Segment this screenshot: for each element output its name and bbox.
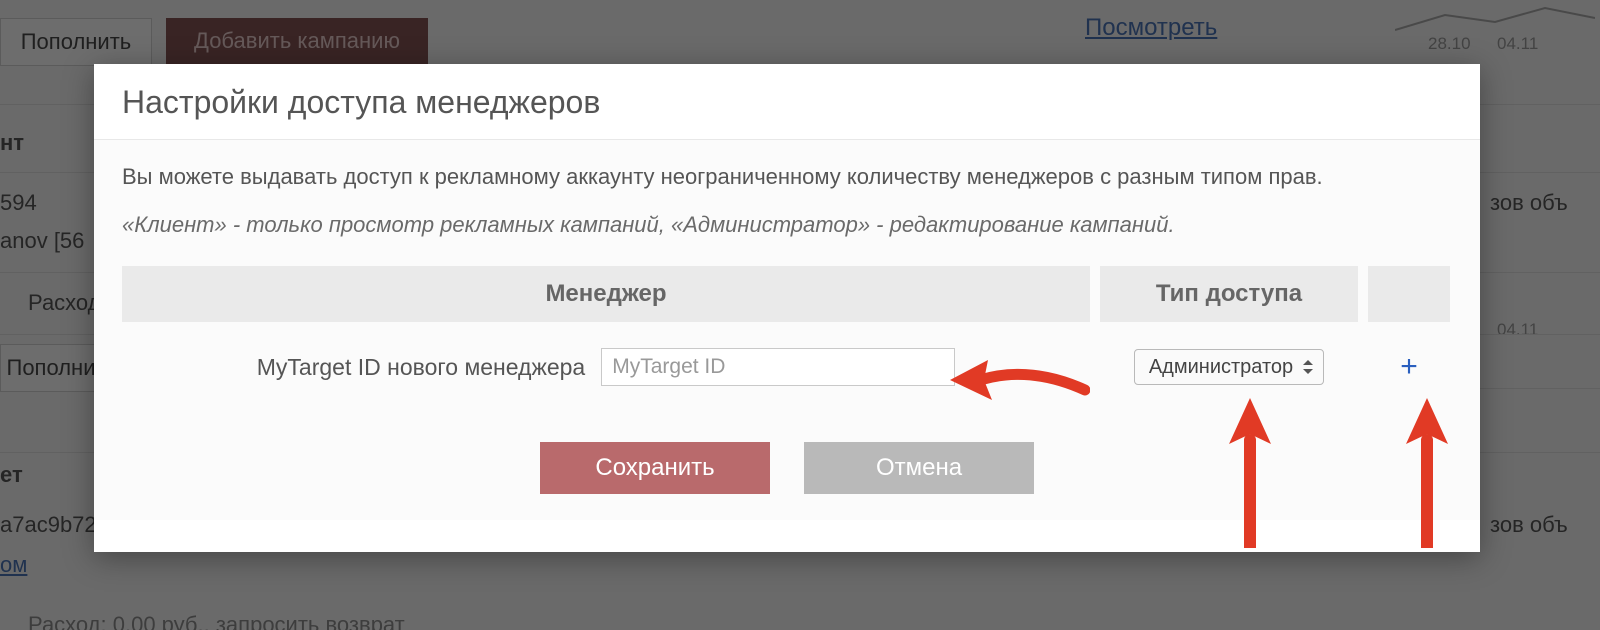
cancel-button[interactable]: Отмена xyxy=(804,442,1034,494)
table-header-row: Менеджер Тип доступа xyxy=(122,266,1452,322)
col-header-access-type: Тип доступа xyxy=(1100,266,1358,322)
managers-table: Менеджер Тип доступа MyTarget ID нового … xyxy=(122,266,1452,386)
col-header-actions xyxy=(1368,266,1450,322)
modal-description: Вы можете выдавать доступ к рекламному а… xyxy=(122,164,1452,190)
access-type-value: Администратор xyxy=(1149,356,1293,379)
save-button[interactable]: Сохранить xyxy=(540,442,770,494)
add-manager-button[interactable]: + xyxy=(1400,352,1418,382)
access-type-cell: Администратор xyxy=(1100,349,1358,385)
manager-cell: MyTarget ID нового менеджера xyxy=(122,348,1090,386)
col-header-manager: Менеджер xyxy=(122,266,1090,322)
modal-body: Вы можете выдавать доступ к рекламному а… xyxy=(94,139,1480,520)
actions-cell: + xyxy=(1368,352,1450,382)
modal-title: Настройки доступа менеджеров xyxy=(122,84,1452,121)
manager-access-modal: Настройки доступа менеджеров Вы можете в… xyxy=(94,64,1480,552)
access-type-select[interactable]: Администратор xyxy=(1134,349,1324,385)
manager-id-label: MyTarget ID нового менеджера xyxy=(257,354,585,381)
manager-id-input[interactable] xyxy=(601,348,955,386)
new-manager-row: MyTarget ID нового менеджера Администрат… xyxy=(122,348,1452,386)
select-sort-icon xyxy=(1303,360,1313,374)
modal-actions: Сохранить Отмена xyxy=(122,442,1452,494)
modal-description-roles: «Клиент» - только просмотр рекламных кам… xyxy=(122,212,1452,238)
modal-header: Настройки доступа менеджеров xyxy=(94,64,1480,139)
